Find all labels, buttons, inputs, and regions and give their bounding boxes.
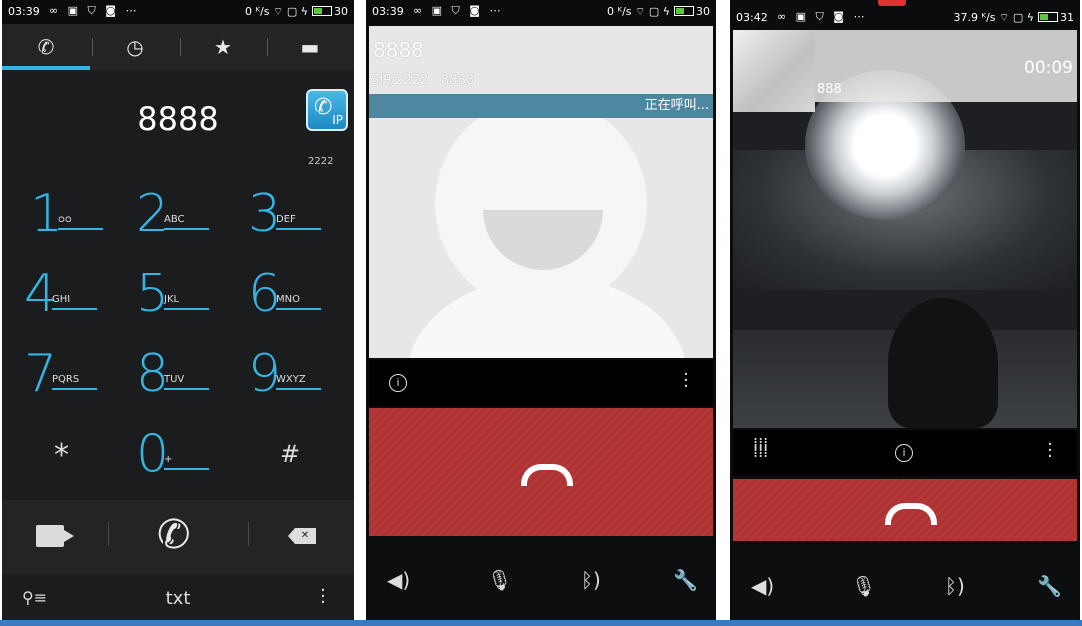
battery-level: 30	[696, 5, 710, 18]
wifi-icon: ⌔ ▢ ϟ	[999, 11, 1034, 24]
remote-video: 888 00:09	[733, 30, 1077, 428]
battery-icon	[312, 6, 332, 16]
battery-icon	[674, 6, 694, 16]
star-icon: ★	[214, 35, 232, 59]
battery-level: 31	[1060, 11, 1074, 24]
end-call-button[interactable]	[733, 479, 1077, 541]
dialer-footer: ⚲≡ txt · · ·	[2, 574, 354, 622]
ip-call-button[interactable]: ✆ IP	[306, 89, 348, 131]
net-speed: 0 ᴷ/s	[607, 5, 632, 18]
dialer-screen: 03:39 ∞ ▣ ⛉ ◙ ⋯ 0 ᴷ/s ⌔ ▢ ϟ 30 ✆ ◷ ★ ▬ 88…	[2, 0, 354, 622]
key-3[interactable]: 3 DEF	[248, 184, 348, 244]
notification-badge	[878, 0, 906, 6]
speaker-icon[interactable]: ◀)	[387, 568, 410, 592]
sip-address: SIP/2222 : 8888	[371, 73, 475, 88]
hang-up-icon	[521, 462, 573, 486]
tab-phone[interactable]: ✆	[2, 24, 90, 70]
dialed-number[interactable]: 8888	[2, 100, 354, 138]
wrench-icon[interactable]: 🔧	[1037, 574, 1062, 598]
mute-microphone-icon[interactable]: 🎙	[851, 574, 876, 598]
desktop-taskbar-strip	[0, 620, 1082, 626]
video-call-icon[interactable]	[36, 525, 64, 547]
avatar-body	[407, 276, 687, 358]
calling-screen: 03:39 ∞ ▣ ⛉ ◙ ⋯ 0 ᴷ/s ⌔ ▢ ϟ 30 8888 SIP/2…	[366, 0, 716, 622]
phone-icon: ✆	[37, 35, 55, 59]
mute-microphone-icon[interactable]: 🎙	[487, 568, 512, 592]
wifi-icon: ⌔ ▢ ϟ	[635, 5, 670, 18]
bluetooth-icon[interactable]: ᛒ)	[581, 568, 601, 592]
status-time: 03:42	[736, 11, 768, 24]
voicemail-icon: ᴑᴑ	[58, 214, 103, 230]
bluetooth-icon[interactable]: ᛒ)	[945, 574, 965, 598]
status-bar: 03:39 ∞ ▣ ⛉ ◙ ⋯ 0 ᴷ/s ⌔ ▢ ϟ 30	[2, 0, 354, 24]
footer-text[interactable]: txt	[2, 588, 354, 609]
wrench-icon[interactable]: 🔧	[673, 568, 698, 592]
key-1[interactable]: 1 ᴑᴑ	[30, 184, 130, 244]
remote-number: 888	[817, 82, 842, 97]
key-star[interactable]: *	[24, 424, 124, 484]
key-hash[interactable]: #	[250, 424, 350, 484]
wifi-icon: ⌔ ▢ ϟ	[273, 5, 308, 18]
backspace-icon[interactable]: ✕	[288, 528, 316, 544]
battery-icon	[1038, 12, 1058, 22]
info-icon[interactable]: i	[389, 374, 407, 392]
call-state-bar: 正在呼叫...	[369, 94, 713, 118]
overflow-menu-icon[interactable]: · · ·	[683, 366, 689, 396]
status-time: 03:39	[372, 5, 404, 18]
key-9[interactable]: 9 WXYZ	[248, 344, 348, 404]
dialer-action-bar: ✆ ✕	[2, 500, 354, 574]
hang-up-icon	[885, 501, 937, 525]
info-icon[interactable]: i	[895, 444, 913, 462]
call-info-bar: ⁞⁞⁞ ⁞⁞⁞ i · · ·	[733, 430, 1077, 476]
key-5[interactable]: 5 JKL	[136, 264, 236, 324]
card-icon: ▬	[300, 35, 320, 59]
key-6[interactable]: 6 MNO	[248, 264, 348, 324]
overflow-menu-icon[interactable]: · · ·	[1047, 436, 1053, 466]
tab-favorites[interactable]: ★	[179, 24, 267, 70]
local-preview[interactable]	[733, 30, 815, 112]
divider	[108, 522, 109, 546]
battery-level: 30	[334, 5, 348, 18]
status-right: 37.9 ᴷ/s ⌔ ▢ ϟ 31	[954, 11, 1074, 25]
status-right: 0 ᴷ/s ⌔ ▢ ϟ 30	[607, 5, 710, 19]
status-time: 03:39	[8, 5, 40, 18]
call-state: 正在呼叫...	[644, 98, 709, 113]
notification-icons: ∞ ▣ ⛉ ◙ ⋯	[49, 4, 140, 17]
call-duration: 00:09	[1024, 58, 1073, 78]
net-speed: 0 ᴷ/s	[245, 5, 270, 18]
status-bar: 03:42 ∞ ▣ ⛉ ◙ ⋯ 37.9 ᴷ/s ⌔ ▢ ϟ 31	[730, 2, 1080, 32]
dialpad-icon[interactable]: ⁞⁞⁞ ⁞⁞⁞	[753, 436, 768, 460]
key-2[interactable]: 2 ABC	[136, 184, 236, 244]
dialer-tabs: ✆ ◷ ★ ▬	[2, 24, 354, 70]
status-right: 0 ᴷ/s ⌔ ▢ ϟ 30	[245, 5, 348, 19]
tab-recent[interactable]: ◷	[91, 24, 179, 70]
ip-label: IP	[332, 113, 343, 127]
divider	[248, 522, 249, 546]
account-selector[interactable]: 2222	[308, 156, 333, 167]
key-4[interactable]: 4 GHI	[24, 264, 124, 324]
net-speed: 37.9 ᴷ/s	[953, 11, 996, 24]
call-controls: ◀) 🎙 ᛒ) 🔧	[733, 544, 1077, 622]
video-person	[888, 298, 998, 428]
key-7[interactable]: 7 PQRS	[24, 344, 124, 404]
clock-icon: ◷	[126, 35, 144, 59]
key-8[interactable]: 8 TUV	[136, 344, 236, 404]
phone-icon: ✆	[314, 95, 333, 120]
status-bar: 03:39 ∞ ▣ ⛉ ◙ ⋯ 0 ᴷ/s ⌔ ▢ ϟ 30	[366, 0, 716, 24]
speaker-icon[interactable]: ◀)	[751, 574, 774, 598]
caller-name: 8888	[373, 38, 424, 62]
call-info-bar: i · · ·	[369, 360, 713, 406]
key-0[interactable]: 0 +	[136, 424, 236, 484]
contact-photo-area: 8888 SIP/2222 : 8888 正在呼叫...	[369, 26, 713, 358]
video-call-screen: 03:42 ∞ ▣ ⛉ ◙ ⋯ 37.9 ᴷ/s ⌔ ▢ ϟ 31 888 00:…	[730, 0, 1080, 622]
overflow-menu-icon[interactable]: · · ·	[320, 582, 326, 612]
notification-icons: ∞ ▣ ⛉ ◙ ⋯	[777, 10, 868, 23]
call-controls: ◀) 🎙 ᛒ) 🔧	[369, 540, 713, 620]
end-call-button[interactable]	[369, 408, 713, 536]
tab-contacts[interactable]: ▬	[266, 24, 354, 70]
call-button[interactable]: ✆	[157, 512, 191, 558]
notification-icons: ∞ ▣ ⛉ ◙ ⋯	[413, 4, 504, 17]
